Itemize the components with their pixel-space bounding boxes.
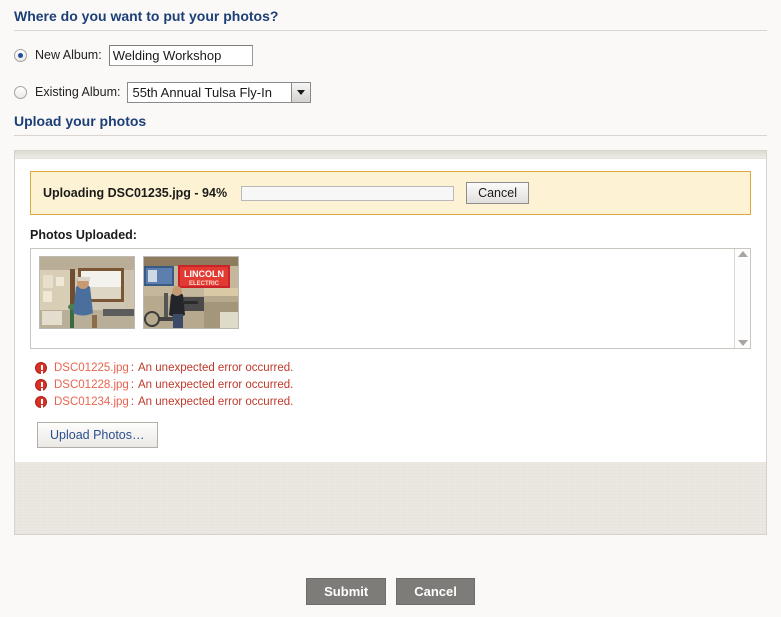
upload-progress-strip: Uploading DSC01235.jpg - 94% Cancel: [30, 171, 751, 215]
new-album-radio[interactable]: [14, 48, 27, 62]
upload-error-list: DSC01225.jpg : An unexpected error occur…: [35, 360, 751, 410]
upload-photos-button[interactable]: Upload Photos…: [37, 422, 158, 448]
error-icon: [35, 396, 47, 408]
panel-footer-area: [15, 462, 766, 534]
new-album-row[interactable]: New Album:: [0, 40, 781, 70]
upload-photos-page: Where do you want to put your photos? Ne…: [0, 0, 781, 617]
thumbnail-strip: LINCOLN ELECTRIC: [31, 249, 734, 348]
error-separator: :: [130, 362, 135, 374]
error-message: An unexpected error occurred.: [138, 362, 294, 374]
submit-button[interactable]: Submit: [306, 578, 387, 605]
photo-thumbnail[interactable]: LINCOLN ELECTRIC: [143, 256, 239, 329]
error-file-name: DSC01228.jpg: [54, 379, 129, 391]
new-album-input[interactable]: [108, 44, 253, 66]
existing-album-selected-value: 55th Annual Tulsa Fly-In: [132, 84, 272, 100]
photos-uploaded-list: LINCOLN ELECTRIC: [30, 248, 751, 349]
chevron-down-icon[interactable]: [291, 82, 311, 102]
existing-album-label: Existing Album:: [35, 85, 121, 99]
album-chooser: New Album: Existing Album: 55th Annual T…: [0, 31, 781, 113]
cancel-button[interactable]: Cancel: [396, 578, 475, 605]
workshop-photo: [40, 257, 134, 328]
existing-album-row[interactable]: Existing Album: 55th Annual Tulsa Fly-In: [0, 77, 781, 107]
cancel-upload-button[interactable]: Cancel: [466, 182, 529, 204]
panel-top-strip: [15, 151, 766, 159]
svg-text:ELECTRIC: ELECTRIC: [189, 281, 220, 287]
upload-panel: Uploading DSC01235.jpg - 94% Cancel Phot…: [14, 150, 767, 535]
list-item: DSC01228.jpg : An unexpected error occur…: [35, 377, 751, 393]
error-icon: [35, 362, 47, 374]
lincoln-electric-photo: LINCOLN ELECTRIC: [144, 257, 238, 328]
error-file-name: DSC01234.jpg: [54, 396, 129, 408]
photo-thumbnail[interactable]: [39, 256, 135, 329]
error-message: An unexpected error occurred.: [138, 379, 294, 391]
upload-progress-bar: [241, 185, 455, 201]
page-title: Where do you want to put your photos?: [14, 8, 279, 24]
list-item: DSC01234.jpg : An unexpected error occur…: [35, 394, 751, 410]
upload-panel-body: Uploading DSC01235.jpg - 94% Cancel Phot…: [15, 159, 766, 448]
upload-section-title: Upload your photos: [14, 113, 147, 129]
error-icon: [35, 379, 47, 391]
form-action-bar: Submit Cancel: [0, 578, 781, 605]
photos-uploaded-label: Photos Uploaded:: [30, 228, 137, 242]
error-file-name: DSC01225.jpg: [54, 362, 129, 374]
scroll-up-icon[interactable]: [737, 251, 748, 257]
upload-progress-label: Uploading DSC01235.jpg - 94%: [43, 186, 228, 200]
error-separator: :: [130, 396, 135, 408]
error-separator: :: [130, 379, 135, 391]
photos-scrollbar[interactable]: [734, 249, 750, 348]
svg-text:LINCOLN: LINCOLN: [184, 269, 224, 279]
heading-divider-upload: [14, 135, 767, 136]
scroll-down-icon[interactable]: [737, 340, 748, 346]
error-message: An unexpected error occurred.: [138, 396, 294, 408]
existing-album-radio[interactable]: [14, 85, 27, 99]
new-album-label: New Album:: [35, 48, 102, 62]
list-item: DSC01225.jpg : An unexpected error occur…: [35, 360, 751, 376]
existing-album-select[interactable]: 55th Annual Tulsa Fly-In: [127, 81, 312, 103]
